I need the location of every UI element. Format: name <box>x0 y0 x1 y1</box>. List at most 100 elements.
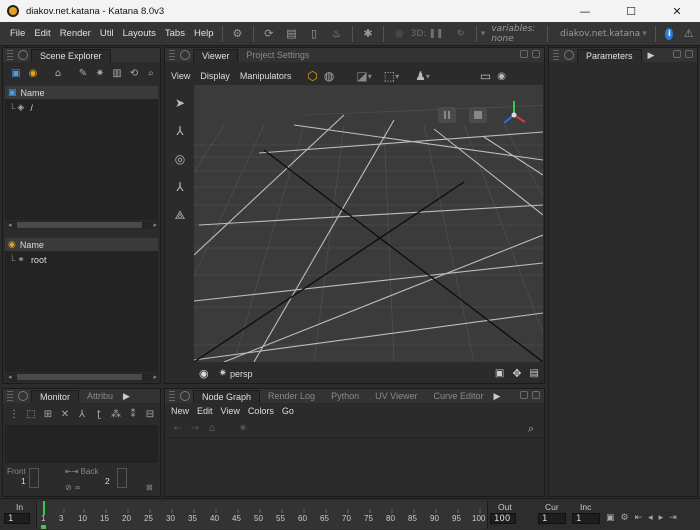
node-graph-menu-new[interactable]: New <box>171 406 189 416</box>
scroll-thumb[interactable] <box>17 222 142 228</box>
node-graph-menu-view[interactable]: View <box>221 406 240 416</box>
display-icon[interactable]: ⁂ <box>109 408 123 422</box>
tab-overflow-arrow-icon[interactable]: ▶ <box>648 51 655 61</box>
menu-edit[interactable]: Edit <box>30 28 54 39</box>
region-icon[interactable]: ✕ <box>58 408 72 422</box>
tab-viewer[interactable]: Viewer <box>193 49 239 62</box>
snapshot-frame-icon[interactable]: ▣ <box>606 513 615 523</box>
panel-grip-icon[interactable] <box>7 391 13 401</box>
tab-attributes[interactable]: Attribu <box>79 390 121 403</box>
tab-curve-editor[interactable]: Curve Editor <box>425 390 491 403</box>
scene-tree-name-column[interactable]: Name <box>21 88 45 98</box>
menu-file[interactable]: File <box>6 28 29 39</box>
panel-grip-icon[interactable] <box>169 50 175 60</box>
menu-help[interactable]: Help <box>190 28 218 39</box>
playhead-marker[interactable] <box>43 501 45 515</box>
panel-close-icon[interactable] <box>685 50 693 58</box>
settings-gear-icon[interactable]: ⚙ <box>232 26 243 42</box>
increment-field[interactable]: 1 <box>572 513 600 524</box>
maximize-button[interactable]: ☐ <box>608 0 654 22</box>
select-tool-icon[interactable]: ➤ <box>172 95 188 111</box>
tab-close-icon[interactable] <box>180 391 190 401</box>
tab-close-icon[interactable] <box>18 391 28 401</box>
object-mode-icon[interactable]: ⬡ <box>307 69 317 83</box>
panel-float-icon[interactable] <box>673 50 681 58</box>
pin-icon[interactable]: ✎ <box>76 67 90 81</box>
search-icon[interactable]: ⌕ <box>144 67 158 81</box>
tab-parameters[interactable]: Parameters <box>577 49 642 62</box>
tab-close-icon[interactable] <box>18 50 28 60</box>
camera-user-icon[interactable]: ♟ <box>415 69 426 83</box>
step-forward-icon[interactable]: ⇥ <box>669 513 677 523</box>
minimize-button[interactable]: — <box>562 0 608 22</box>
expand-icon[interactable]: ⌂ <box>51 67 65 81</box>
scroll-left-icon[interactable]: ◂ <box>8 221 12 229</box>
katana-logo-icon[interactable]: ◉ <box>26 67 40 81</box>
panel-float-icon[interactable] <box>520 391 528 399</box>
monitor-options-icon[interactable]: ⋮ <box>7 408 21 422</box>
globe-icon[interactable]: ◍ <box>324 69 334 83</box>
tab-node-graph[interactable]: Node Graph <box>193 390 261 403</box>
info-icon[interactable]: i <box>665 27 674 40</box>
viewer-menu-manipulators[interactable]: Manipulators <box>240 71 292 81</box>
hud-icon[interactable]: ▤ <box>530 368 539 379</box>
thermometer-icon[interactable]: ▯ <box>309 26 320 42</box>
tab-render-log[interactable]: Render Log <box>260 390 323 403</box>
tab-scene-explorer[interactable]: Scene Explorer <box>31 49 111 62</box>
menu-render[interactable]: Render <box>56 28 95 39</box>
close-button[interactable]: ✕ <box>654 0 700 22</box>
options-gear-icon[interactable]: ✷ <box>93 67 107 81</box>
variables-label[interactable]: variables: none <box>491 24 537 44</box>
pause-render-button[interactable] <box>438 107 456 123</box>
tree-row-root-node[interactable]: └ ⚭ root <box>9 254 46 265</box>
panel-close-icon[interactable] <box>532 50 540 58</box>
server-label[interactable]: diakov.net.katana <box>560 29 640 39</box>
node-graph-menu-go[interactable]: Go <box>282 406 294 416</box>
rotate-tool-icon[interactable]: ◎ <box>172 151 188 167</box>
tab-uv-viewer[interactable]: UV Viewer <box>367 390 425 403</box>
live-render-icon[interactable]: ◎ <box>394 26 405 42</box>
fit-icon[interactable]: ⬚ <box>24 408 38 422</box>
compare-icon[interactable]: ⊟ <box>143 408 157 422</box>
manipulator-tool-icon[interactable]: ⟁ <box>172 207 188 223</box>
scale-tool-icon[interactable]: ⅄ <box>172 179 188 195</box>
out-frame-field[interactable]: 100 <box>490 513 516 524</box>
in-frame-field[interactable]: 1 <box>4 513 30 524</box>
node-graph-menu-colors[interactable]: Colors <box>248 406 274 416</box>
close-compare-icon[interactable]: ⊠ <box>146 483 153 492</box>
server-dropdown-arrow-icon[interactable]: ▾ <box>642 29 647 39</box>
frame-dropdown-icon[interactable]: ▾ <box>395 72 399 81</box>
snapshot-icon[interactable]: ▣ <box>495 368 504 379</box>
node-graph-gear-icon[interactable]: ✷ <box>236 422 250 436</box>
front-swatch[interactable] <box>29 468 39 488</box>
panel-grip-icon[interactable] <box>169 391 175 401</box>
panel-grip-icon[interactable] <box>553 50 559 60</box>
play-back-icon[interactable]: ◂ <box>648 513 653 523</box>
panel-grip-icon[interactable] <box>7 50 13 60</box>
step-back-icon[interactable]: ⇤ <box>635 513 643 523</box>
variables-dropdown-arrow-icon[interactable]: ▾ <box>481 29 486 39</box>
tab-monitor[interactable]: Monitor <box>31 390 80 403</box>
zoom-icon[interactable]: ⊞ <box>41 408 55 422</box>
camera-gear-icon[interactable]: ✷ <box>219 368 227 379</box>
panel-float-icon[interactable] <box>520 50 528 58</box>
camera-dropdown-icon[interactable]: ▾ <box>426 72 430 81</box>
camera-name[interactable]: persp <box>230 369 253 379</box>
node-search-icon[interactable]: ⌕ <box>528 422 534 436</box>
tab-project-settings[interactable]: Project Settings <box>238 49 317 62</box>
viewer-menu-display[interactable]: Display <box>200 71 230 81</box>
home-icon[interactable]: ⌂ <box>205 422 219 436</box>
scroll-thumb[interactable] <box>17 374 142 380</box>
exposure-icon[interactable]: ʈ <box>92 408 106 422</box>
menu-layouts[interactable]: Layouts <box>119 28 160 39</box>
render-view-icon[interactable]: ▥ <box>110 67 124 81</box>
warning-icon[interactable]: ⚠ <box>683 26 694 42</box>
tab-python[interactable]: Python <box>323 390 367 403</box>
scenegraph-icon[interactable]: ▣ <box>9 67 23 81</box>
back-swatch[interactable] <box>117 468 127 488</box>
tab-overflow-arrow-icon[interactable]: ▶ <box>123 392 130 402</box>
tab-close-icon[interactable] <box>180 50 190 60</box>
menu-tabs[interactable]: Tabs <box>161 28 189 39</box>
panel-close-icon[interactable] <box>532 391 540 399</box>
link-icon[interactable]: ⊘ ∞ <box>65 483 81 492</box>
